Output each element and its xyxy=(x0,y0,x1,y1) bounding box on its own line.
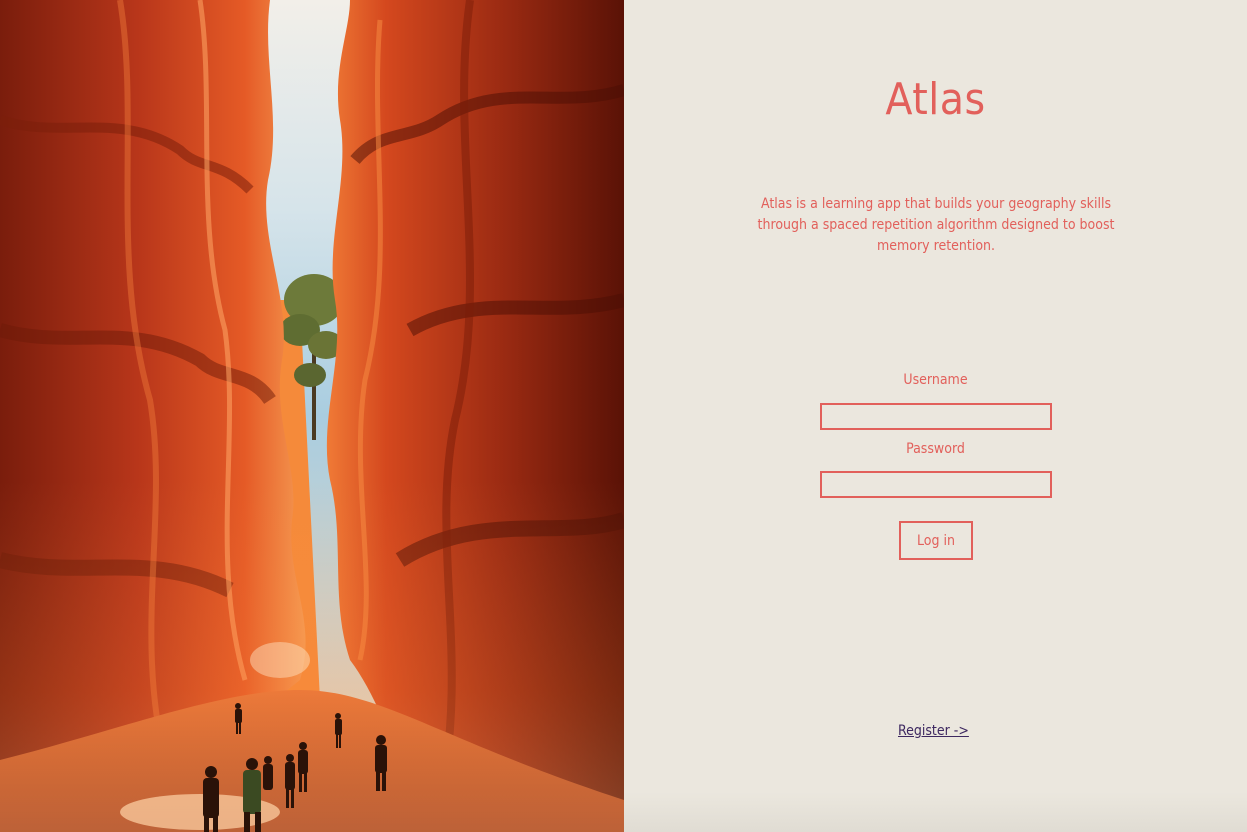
login-button[interactable]: Log in xyxy=(899,521,973,560)
canyon-photo xyxy=(0,0,624,832)
username-label: Username xyxy=(903,372,968,388)
password-input[interactable] xyxy=(820,471,1052,498)
register-link[interactable]: Register -> xyxy=(898,723,969,739)
password-label: Password xyxy=(906,441,965,457)
app-title: Atlas xyxy=(885,74,986,125)
app-description: Atlas is a learning app that builds your… xyxy=(757,196,1115,254)
username-input[interactable] xyxy=(820,403,1052,430)
login-panel: Atlas Atlas is a learning app that build… xyxy=(624,0,1247,832)
login-page: Atlas Atlas is a learning app that build… xyxy=(0,0,1247,832)
canyon-hero-image xyxy=(0,0,624,832)
bottom-shade xyxy=(624,792,1247,832)
